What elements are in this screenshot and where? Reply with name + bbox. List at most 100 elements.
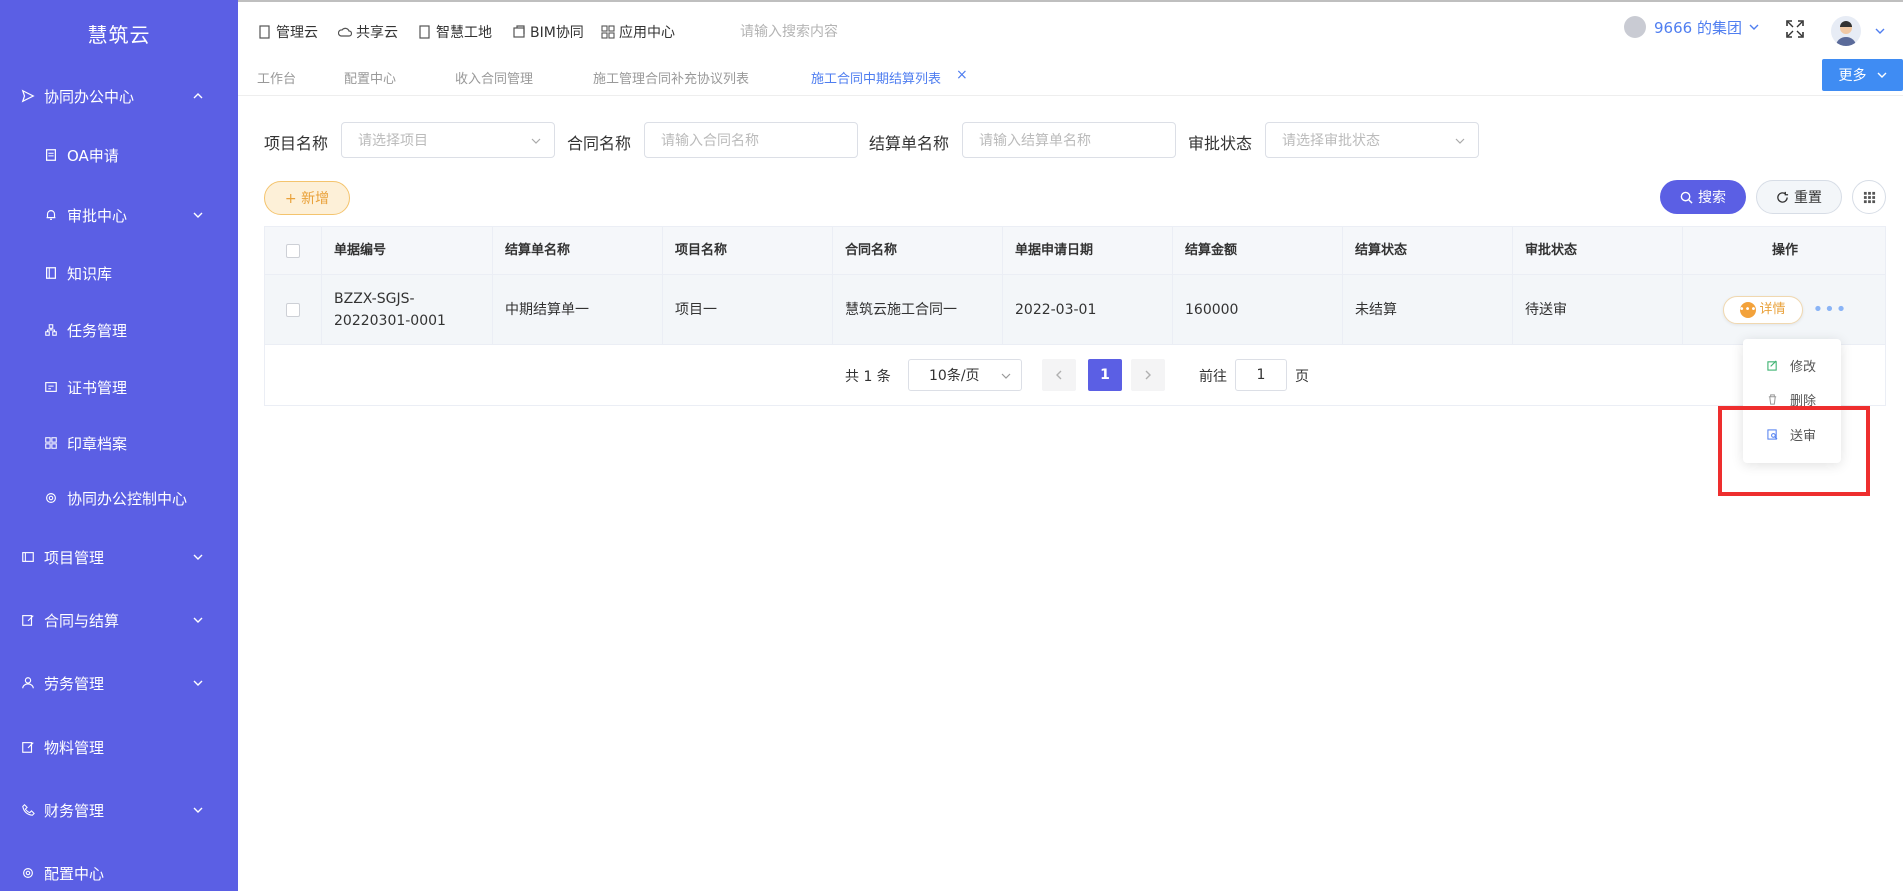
column-settings-button[interactable]: [1852, 180, 1886, 214]
top-link-app-center[interactable]: 应用中心: [601, 22, 675, 42]
settlement-name-input[interactable]: 请输入结算单名称: [962, 122, 1176, 158]
tab-config-center[interactable]: 配置中心: [344, 68, 396, 87]
send-icon: [20, 88, 36, 104]
chevron-down-icon[interactable]: [1874, 25, 1886, 37]
top-link-shared-cloud[interactable]: 共享云: [338, 22, 398, 42]
tab-interim-settlement[interactable]: 施工合同中期结算列表: [811, 68, 941, 87]
global-search-input[interactable]: 请输入搜索内容: [740, 21, 838, 41]
detail-button[interactable]: ••• 详情: [1722, 295, 1803, 324]
tab-income-contract[interactable]: 收入合同管理: [455, 68, 533, 87]
menu-item-edit[interactable]: 修改: [1767, 356, 1816, 375]
sidebar-item-collab-office[interactable]: 协同办公中心: [0, 76, 238, 116]
contract-name-input[interactable]: 请输入合同名称: [644, 122, 858, 158]
top-link-management-cloud[interactable]: 管理云: [258, 22, 318, 42]
project-select[interactable]: 请选择项目: [341, 122, 555, 158]
refresh-icon: [1777, 191, 1789, 203]
more-circle-icon: •••: [1739, 301, 1756, 318]
page-size-value: 10条/页: [929, 368, 980, 384]
search-button-label: 搜索: [1698, 190, 1726, 206]
reset-button[interactable]: 重置: [1756, 180, 1842, 214]
sidebar-item-project-management[interactable]: 项目管理: [0, 537, 238, 577]
cell-settlement-name: 中期结算单一: [493, 275, 663, 344]
top-link-label: 共享云: [356, 25, 398, 41]
top-link-label: 应用中心: [619, 25, 675, 41]
sidebar-item-label: 劳务管理: [44, 674, 105, 693]
more-button-label: 更多: [1838, 68, 1867, 84]
sidebar-item-knowledge-base[interactable]: 知识库: [0, 253, 238, 293]
top-link-label: 智慧工地: [436, 25, 492, 41]
sidebar-item-approval-center[interactable]: 审批中心: [0, 195, 238, 235]
tab-workbench[interactable]: 工作台: [257, 68, 296, 87]
highlight-box: [1718, 406, 1870, 496]
gear-icon: [20, 865, 36, 881]
more-button[interactable]: 更多: [1822, 59, 1903, 91]
group-avatar-icon: [1624, 16, 1646, 38]
add-button[interactable]: + 新增: [264, 181, 350, 215]
header-amount: 结算金额: [1173, 227, 1343, 274]
cell-settle-status: 未结算: [1343, 275, 1513, 344]
chevron-up-icon: [193, 93, 203, 99]
page-size-select[interactable]: 10条/页: [908, 359, 1022, 391]
sidebar-item-label: 审批中心: [67, 206, 128, 225]
certificate-icon: [43, 379, 59, 395]
grid-icon: [1863, 191, 1875, 203]
close-icon[interactable]: ×: [956, 67, 968, 83]
top-link-label: BIM协同: [530, 25, 584, 41]
sidebar-item-label: 知识库: [67, 264, 113, 283]
sidebar-item-finance-management[interactable]: 财务管理: [0, 790, 238, 830]
chevron-down-icon: [531, 138, 541, 144]
fullscreen-icon[interactable]: [1786, 20, 1804, 38]
sidebar-item-labor-management[interactable]: 劳务管理: [0, 663, 238, 703]
chevron-down-icon: [193, 680, 203, 686]
sidebar-item-collab-control-center[interactable]: 协同办公控制中心: [0, 478, 238, 518]
sidebar-item-seal-archive[interactable]: 印章档案: [0, 423, 238, 463]
search-button[interactable]: 搜索: [1660, 180, 1746, 214]
cell-date: 2022-03-01: [1003, 275, 1173, 344]
header-contract: 合同名称: [833, 227, 1003, 274]
select-all-checkbox[interactable]: [265, 227, 322, 274]
project-select-placeholder: 请选择项目: [358, 133, 428, 149]
sidebar-item-label: 项目管理: [44, 548, 105, 567]
top-link-label: 管理云: [276, 25, 318, 41]
top-link-bim[interactable]: BIM协同: [512, 22, 584, 42]
approval-status-select[interactable]: 请选择审批状态: [1265, 122, 1479, 158]
more-actions-icon[interactable]: •••: [1813, 299, 1848, 321]
sidebar-item-label: 配置中心: [44, 864, 105, 883]
next-page-button[interactable]: [1131, 359, 1165, 391]
row-checkbox[interactable]: [265, 275, 322, 344]
pagination: 共 1 条 10条/页 1 前往 1 页: [265, 345, 1885, 407]
table-row: BZZX-SGJS-20220301-0001 中期结算单一 项目一 慧筑云施工…: [265, 275, 1885, 345]
goto-label: 前往: [1199, 369, 1227, 385]
sidebar-item-config-center[interactable]: 配置中心: [0, 853, 238, 891]
sidebar-item-contract-settlement[interactable]: 合同与结算: [0, 600, 238, 640]
approval-status-label: 审批状态: [1188, 134, 1253, 153]
sidebar-item-task-management[interactable]: 任务管理: [0, 310, 238, 350]
tab-bar: 工作台 配置中心 收入合同管理 施工管理合同补充协议列表 施工合同中期结算列表 …: [238, 58, 1903, 96]
cube-icon: [513, 25, 525, 38]
sidebar-item-label: 财务管理: [44, 801, 105, 820]
current-page-button[interactable]: 1: [1088, 359, 1122, 391]
user-avatar[interactable]: [1831, 16, 1861, 46]
group-name: 9666 的集团: [1654, 18, 1742, 37]
sidebar-item-oa-apply[interactable]: OA申请: [0, 135, 238, 175]
brand-logo: 慧筑云: [87, 22, 151, 47]
sidebar-item-certificate-management[interactable]: 证书管理: [0, 367, 238, 407]
chevron-down-icon: [1001, 373, 1011, 379]
sitemap-icon: [43, 322, 59, 338]
contract-label: 合同名称: [567, 134, 632, 153]
chevron-down-icon: [193, 617, 203, 623]
trash-icon: [1768, 394, 1777, 405]
prev-page-button[interactable]: [1042, 359, 1076, 391]
tab-supplement-agreement[interactable]: 施工管理合同补充协议列表: [593, 68, 749, 87]
header-settlement-name: 结算单名称: [493, 227, 663, 274]
settlement-input-placeholder: 请输入结算单名称: [979, 133, 1091, 149]
goto-page-input[interactable]: 1: [1235, 359, 1287, 391]
sidebar-item-material-management[interactable]: 物料管理: [0, 727, 238, 767]
top-link-smart-site[interactable]: 智慧工地: [418, 22, 492, 42]
sidebar-item-label: 任务管理: [67, 321, 128, 340]
book-icon: [43, 265, 59, 281]
chevron-down-icon: [1749, 24, 1759, 30]
edit-icon: [1767, 360, 1777, 371]
group-selector[interactable]: 9666 的集团: [1624, 16, 1760, 38]
gear-icon: [43, 490, 59, 506]
